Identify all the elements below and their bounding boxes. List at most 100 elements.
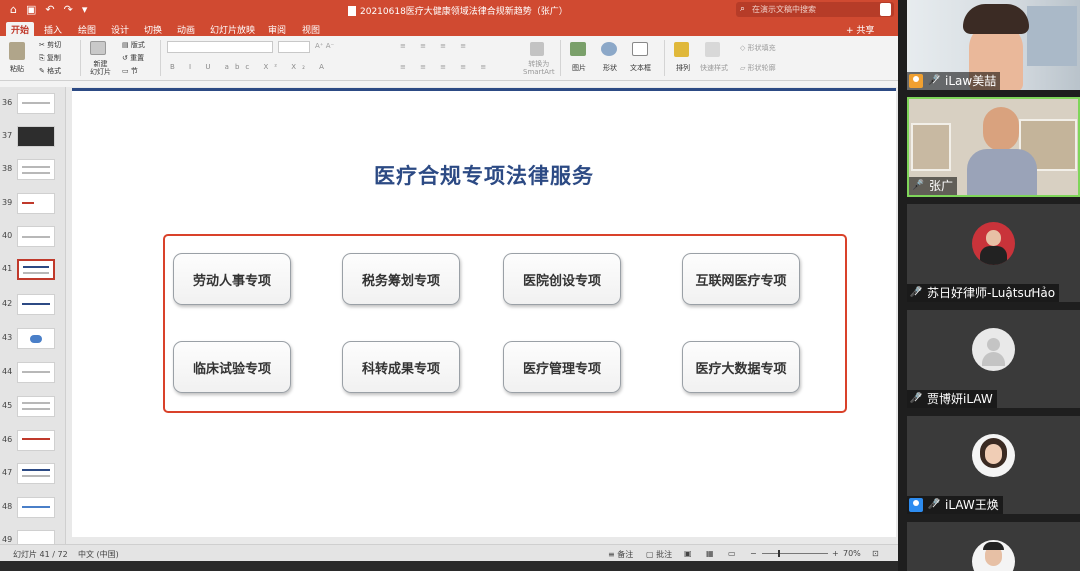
redo-icon[interactable]: ↷ — [64, 3, 73, 17]
notes-button[interactable]: ≡ 备注 — [608, 549, 633, 560]
slide-thumbnail[interactable]: 48 — [0, 495, 65, 521]
service-box[interactable]: 科转成果专项 — [342, 341, 460, 393]
service-box[interactable]: 劳动人事专项 — [173, 253, 291, 305]
convert-smartart-label[interactable]: 转换为 SmartArt — [523, 60, 555, 76]
tab-animations[interactable]: 动画 — [177, 23, 195, 36]
slide-thumbnail[interactable]: 44 — [0, 360, 65, 386]
slide-thumbnail[interactable]: 38 — [0, 157, 65, 183]
tab-view[interactable]: 视图 — [302, 23, 320, 36]
slide-title[interactable]: 医疗合规专项法律服务 — [72, 160, 896, 190]
arrange-label[interactable]: 排列 — [676, 63, 690, 73]
section-button[interactable]: ▭ 节 — [122, 66, 138, 76]
zoom-slider-handle[interactable] — [778, 550, 780, 557]
muted-mic-icon[interactable]: 🎤̸ — [909, 286, 923, 300]
comments-button[interactable]: ▢ 批注 — [646, 549, 672, 560]
service-box[interactable]: 互联网医疗专项 — [682, 253, 800, 305]
font-size-select[interactable] — [278, 41, 310, 53]
service-box[interactable]: 税务筹划专项 — [342, 253, 460, 305]
search-placeholder: 在演示文稿中搜索 — [752, 5, 816, 14]
search-input[interactable]: ⌕ 在演示文稿中搜索 — [736, 2, 894, 17]
participant-tile[interactable]: 🎤̸ iLAW王焕 — [907, 416, 1080, 514]
slide-sorter-icon[interactable]: ▦ — [706, 549, 714, 558]
account-icon[interactable] — [880, 3, 891, 16]
tab-insert[interactable]: 插入 — [44, 23, 62, 36]
new-slide-label[interactable]: 新建 幻灯片 — [90, 60, 111, 76]
participant-tile[interactable]: 🎤̸ 贾博妍iLAW — [907, 310, 1080, 408]
muted-mic-icon[interactable]: 🎤̸ — [909, 392, 923, 406]
services-frame[interactable]: 劳动人事专项 税务筹划专项 医院创设专项 互联网医疗专项 临床试验专项 科转成果… — [163, 234, 847, 413]
slide-thumbnail[interactable]: 42 — [0, 292, 65, 318]
cut-button[interactable]: ✂ 剪切 — [39, 40, 61, 50]
slide-thumbnail[interactable]: 45 — [0, 394, 65, 420]
mic-icon[interactable]: 🎤 — [911, 179, 925, 193]
customize-toolbar-icon[interactable]: ▾ — [82, 3, 88, 17]
participant-tile[interactable] — [907, 522, 1080, 571]
service-box[interactable]: 医院创设专项 — [503, 253, 621, 305]
picture-icon[interactable] — [570, 42, 586, 56]
textbox-label[interactable]: 文本框 — [630, 63, 651, 73]
slide-thumbnail[interactable]: 46 — [0, 428, 65, 454]
muted-mic-icon[interactable]: 🎤̸ — [927, 74, 941, 88]
font-size-buttons[interactable]: A⁺ A⁻ — [315, 42, 334, 50]
muted-mic-icon[interactable]: 🎤̸ — [927, 498, 941, 512]
arrange-icon[interactable] — [674, 42, 689, 57]
slide-thumbnail-selected[interactable]: 41 — [0, 257, 65, 283]
slide-editor[interactable]: 医疗合规专项法律服务 劳动人事专项 税务筹划专项 医院创设专项 互联网医疗专项 … — [66, 87, 898, 544]
ribbon-separator — [80, 40, 81, 76]
picture-label[interactable]: 图片 — [572, 63, 586, 73]
participant-tile[interactable]: 🎤̸ 苏日好律师-LuậtsưHảo — [907, 204, 1080, 302]
slide-thumbnail[interactable]: 37 — [0, 124, 65, 150]
textbox-icon[interactable] — [632, 42, 648, 56]
slide-thumbnail[interactable]: 40 — [0, 224, 65, 250]
format-painter-button[interactable]: ✎ 格式 — [39, 66, 61, 76]
slide-thumbnail[interactable]: 47 — [0, 461, 65, 487]
zoom-level[interactable]: 70% — [843, 549, 861, 558]
tab-transitions[interactable]: 切换 — [144, 23, 162, 36]
paste-label[interactable]: 粘贴 — [10, 64, 24, 74]
shapes-label[interactable]: 形状 — [603, 63, 617, 73]
smartart-icon[interactable] — [530, 42, 544, 56]
quick-styles-icon[interactable] — [705, 42, 720, 57]
copy-button[interactable]: ⎘ 复制 — [39, 53, 61, 63]
slide-thumbnail[interactable]: 39 — [0, 191, 65, 217]
tab-slideshow[interactable]: 幻灯片放映 — [210, 23, 255, 36]
layout-button[interactable]: ▤ 版式 — [122, 40, 145, 50]
slide-thumbnail[interactable]: 36 — [0, 91, 65, 117]
undo-icon[interactable]: ↶ — [45, 3, 54, 17]
zoom-in-icon[interactable]: + — [832, 549, 839, 558]
alignment-buttons[interactable]: ≡ ≡ ≡ ≡ ≡ — [400, 63, 492, 71]
reset-button[interactable]: ↺ 重置 — [122, 53, 144, 63]
home-icon[interactable]: ⌂ — [10, 3, 17, 17]
save-icon[interactable]: ▣ — [26, 3, 36, 17]
text-format-buttons[interactable]: B I U abc X² X₂ A — [170, 63, 330, 71]
slide-thumbnail[interactable]: 49 — [0, 528, 65, 544]
shapes-icon[interactable] — [601, 42, 617, 56]
participant-hair — [963, 4, 1029, 34]
shape-outline-button[interactable]: ▱ 形状轮廓 — [740, 63, 776, 73]
zoom-slider[interactable] — [762, 553, 828, 554]
normal-view-icon[interactable]: ▣ — [684, 549, 692, 558]
slide-thumbnail-panel[interactable]: 36 37 38 39 40 41 42 43 44 45 46 47 48 4… — [0, 87, 66, 544]
participant-tile[interactable]: 🎤̸ iLaw美喆 — [907, 0, 1080, 90]
paragraph-buttons[interactable]: ≡ ≡ ≡ ≡ — [400, 42, 472, 50]
slide-thumbnail[interactable]: 43 — [0, 326, 65, 352]
participant-tile-active[interactable]: 🎤 张广 — [907, 97, 1080, 197]
quick-styles-label[interactable]: 快速样式 — [700, 63, 728, 73]
service-box[interactable]: 医疗管理专项 — [503, 341, 621, 393]
language-indicator[interactable]: 中文 (中国) — [78, 549, 119, 560]
zoom-out-icon[interactable]: − — [750, 549, 757, 558]
tab-review[interactable]: 审阅 — [268, 23, 286, 36]
shape-fill-button[interactable]: ◇ 形状填充 — [740, 43, 776, 53]
paste-icon[interactable] — [9, 42, 25, 60]
service-box[interactable]: 医疗大数据专项 — [682, 341, 800, 393]
service-box[interactable]: 临床试验专项 — [173, 341, 291, 393]
slide-canvas[interactable]: 医疗合规专项法律服务 劳动人事专项 税务筹划专项 医院创设专项 互联网医疗专项 … — [72, 88, 896, 537]
tab-design[interactable]: 设计 — [111, 23, 129, 36]
share-button[interactable]: + 共享 — [846, 23, 874, 36]
tab-draw[interactable]: 绘图 — [78, 23, 96, 36]
reading-view-icon[interactable]: ▭ — [728, 549, 736, 558]
new-slide-icon[interactable] — [90, 41, 106, 55]
fit-slide-icon[interactable]: ⊡ — [872, 549, 879, 558]
font-family-select[interactable] — [167, 41, 273, 53]
tab-home[interactable]: 开始 — [6, 22, 35, 36]
